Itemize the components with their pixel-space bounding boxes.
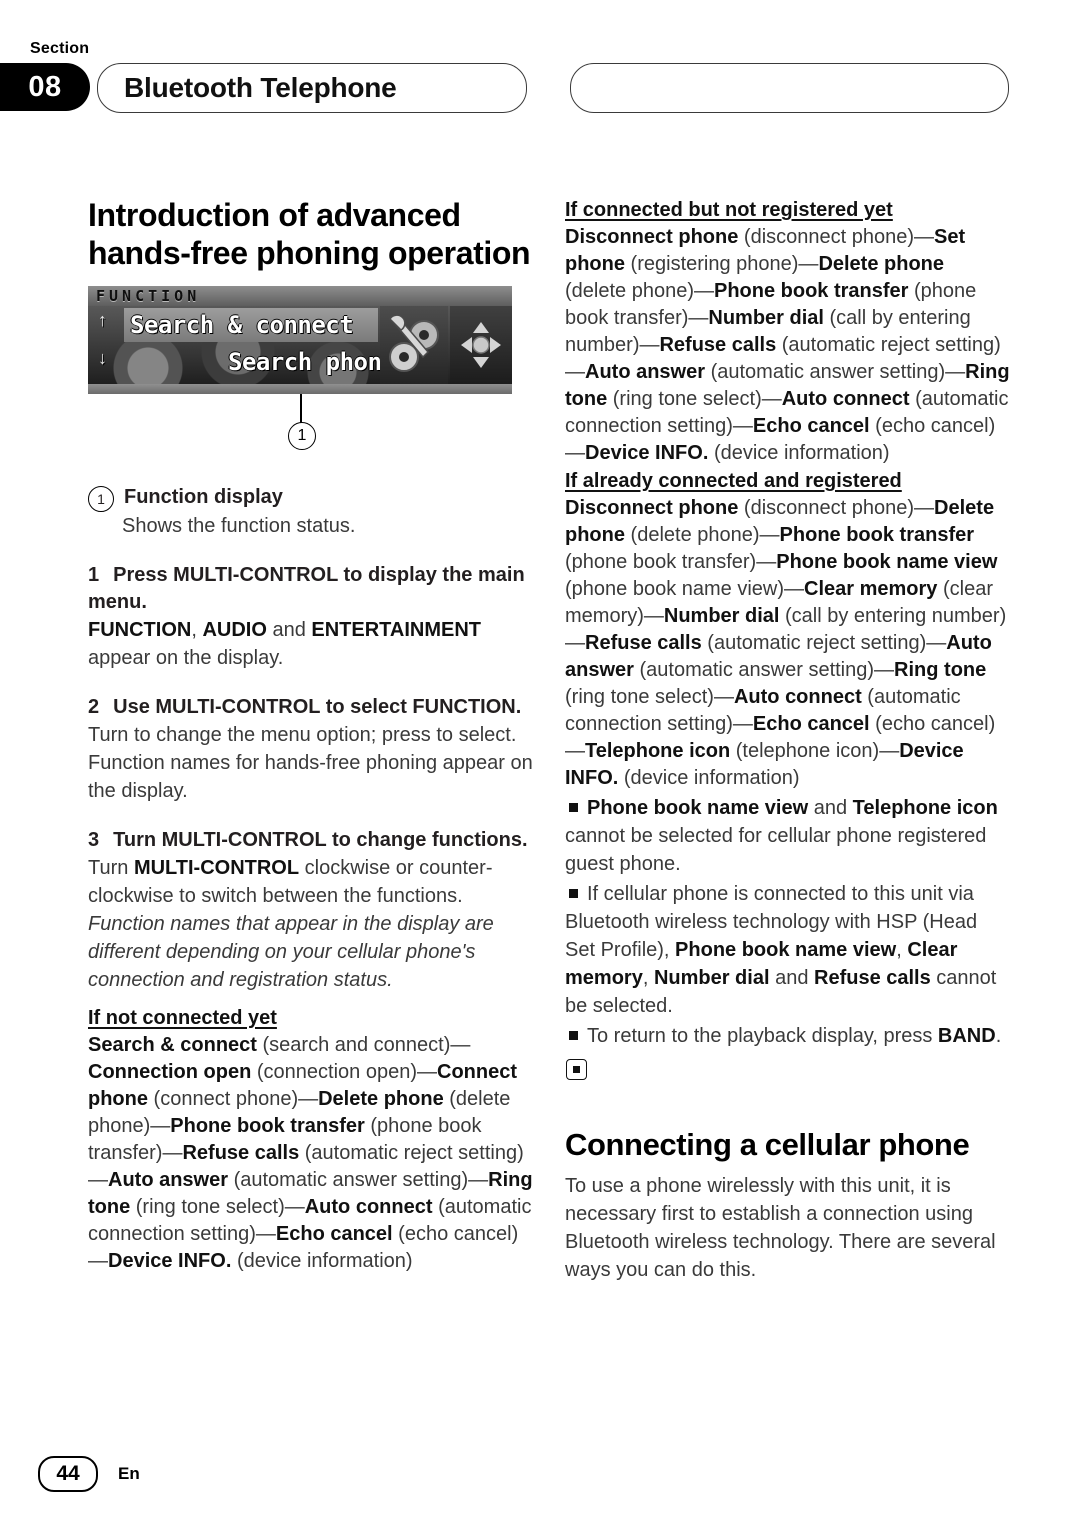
bullet-square-icon — [569, 803, 578, 812]
lcd-display-image: FUNCTION ↑ ↓ Search & connect Search pho… — [88, 286, 512, 450]
lcd-function-label: FUNCTION — [96, 287, 201, 305]
connecting-section: Connecting a cellular phone To use a pho… — [565, 1126, 1010, 1284]
lcd-figure: FUNCTION ↑ ↓ Search & connect Search pho… — [88, 286, 533, 474]
page-title: Bluetooth Telephone — [124, 72, 397, 103]
section-number-badge: 08 — [0, 63, 90, 111]
header-empty-pill — [570, 63, 1009, 113]
step-1-title: 1 Press MULTI-CONTROL to display the main… — [88, 562, 533, 616]
section-heading-intro: Introduction of advanced hands-free phon… — [88, 197, 531, 271]
step-3-text: Turn MULTI-CONTROL to change functions. — [113, 829, 528, 851]
step-3-italic-note: Function names that appear in the displa… — [88, 913, 494, 991]
right-column: If connected but not registered yet Disc… — [565, 196, 1010, 1284]
note-2-text: If cellular phone is connected to this u… — [565, 883, 997, 1017]
callout-leader-line — [300, 394, 302, 424]
page-number-badge: 44 — [38, 1456, 98, 1492]
connecting-section-body: To use a phone wirelessly with this unit… — [565, 1175, 996, 1281]
legend-item-function-display: 1 Function display — [88, 484, 533, 512]
lcd-line-1-text: Search & connect — [130, 311, 354, 339]
lcd-bottom-bar — [88, 384, 512, 394]
lcd-arrow-down-icon: ↓ — [98, 348, 107, 368]
step-1-text: Press MULTI-CONTROL to display the main … — [88, 564, 525, 613]
end-of-procedure-icon — [566, 1059, 587, 1080]
state-heading-connected-not-registered: If connected but not registered yet — [565, 199, 893, 221]
bullet-square-icon — [569, 889, 578, 898]
section-heading-connecting: Connecting a cellular phone — [565, 1127, 970, 1162]
note-item-1: Phone book name view and Telephone icon … — [565, 794, 1010, 878]
legend-description: Shows the function status. — [122, 515, 356, 537]
step-3-body: Turn MULTI-CONTROL clockwise or counter-… — [88, 857, 493, 907]
step-2-text: Use MULTI-CONTROL to select FUNCTION. — [113, 696, 522, 718]
lcd-screen: FUNCTION ↑ ↓ Search & connect Search pho… — [88, 286, 512, 394]
step-2-body: Turn to change the menu option; press to… — [88, 724, 533, 802]
lcd-line-2-text: Search phone — [228, 348, 396, 376]
callout-marker-1: 1 — [288, 422, 316, 450]
page-header: Section 08 Bluetooth Telephone — [0, 0, 1080, 150]
legend-number: 1 — [88, 486, 114, 512]
step-2-number: 2 — [88, 696, 100, 718]
note-3-text: To return to the playback display, press… — [587, 1025, 1002, 1047]
language-label: En — [118, 1464, 140, 1483]
step-3-number: 3 — [88, 829, 100, 851]
page-footer: 44 En — [38, 1456, 140, 1492]
bullet-square-icon — [569, 1031, 578, 1040]
lcd-arrow-up-icon: ↑ — [98, 310, 107, 330]
note-item-2: If cellular phone is connected to this u… — [565, 880, 1010, 1020]
state-heading-not-connected: If not connected yet — [88, 1007, 277, 1029]
step-3-title: 3 Turn MULTI-CONTROL to change functions. — [88, 827, 533, 854]
function-list-connected-not-registered: Disconnect phone (disconnect phone)—Set … — [565, 226, 1010, 464]
note-item-3: To return to the playback display, press… — [565, 1022, 1010, 1080]
left-column: Introduction of advanced hands-free phon… — [88, 196, 533, 1275]
function-list-not-connected: Search & connect (search and connect)—Co… — [88, 1034, 533, 1272]
step-1-body: FUNCTION, AUDIO and ENTERTAINMENT appear… — [88, 619, 482, 669]
step-1-number: 1 — [88, 564, 100, 586]
wrench-and-gears-icon — [380, 306, 448, 384]
joystick-dpad-icon — [450, 306, 512, 384]
function-list-connected-and-registered: Disconnect phone (disconnect phone)—Dele… — [565, 497, 1007, 789]
note-1-text: Phone book name view and Telephone icon … — [565, 797, 998, 875]
step-2-title: 2 Use MULTI-CONTROL to select FUNCTION. — [88, 694, 533, 721]
section-label: Section — [30, 40, 90, 57]
legend-label: Function display — [124, 486, 283, 508]
state-heading-connected-and-registered: If already connected and registered — [565, 470, 902, 492]
header-title-pill: Bluetooth Telephone — [97, 63, 527, 113]
